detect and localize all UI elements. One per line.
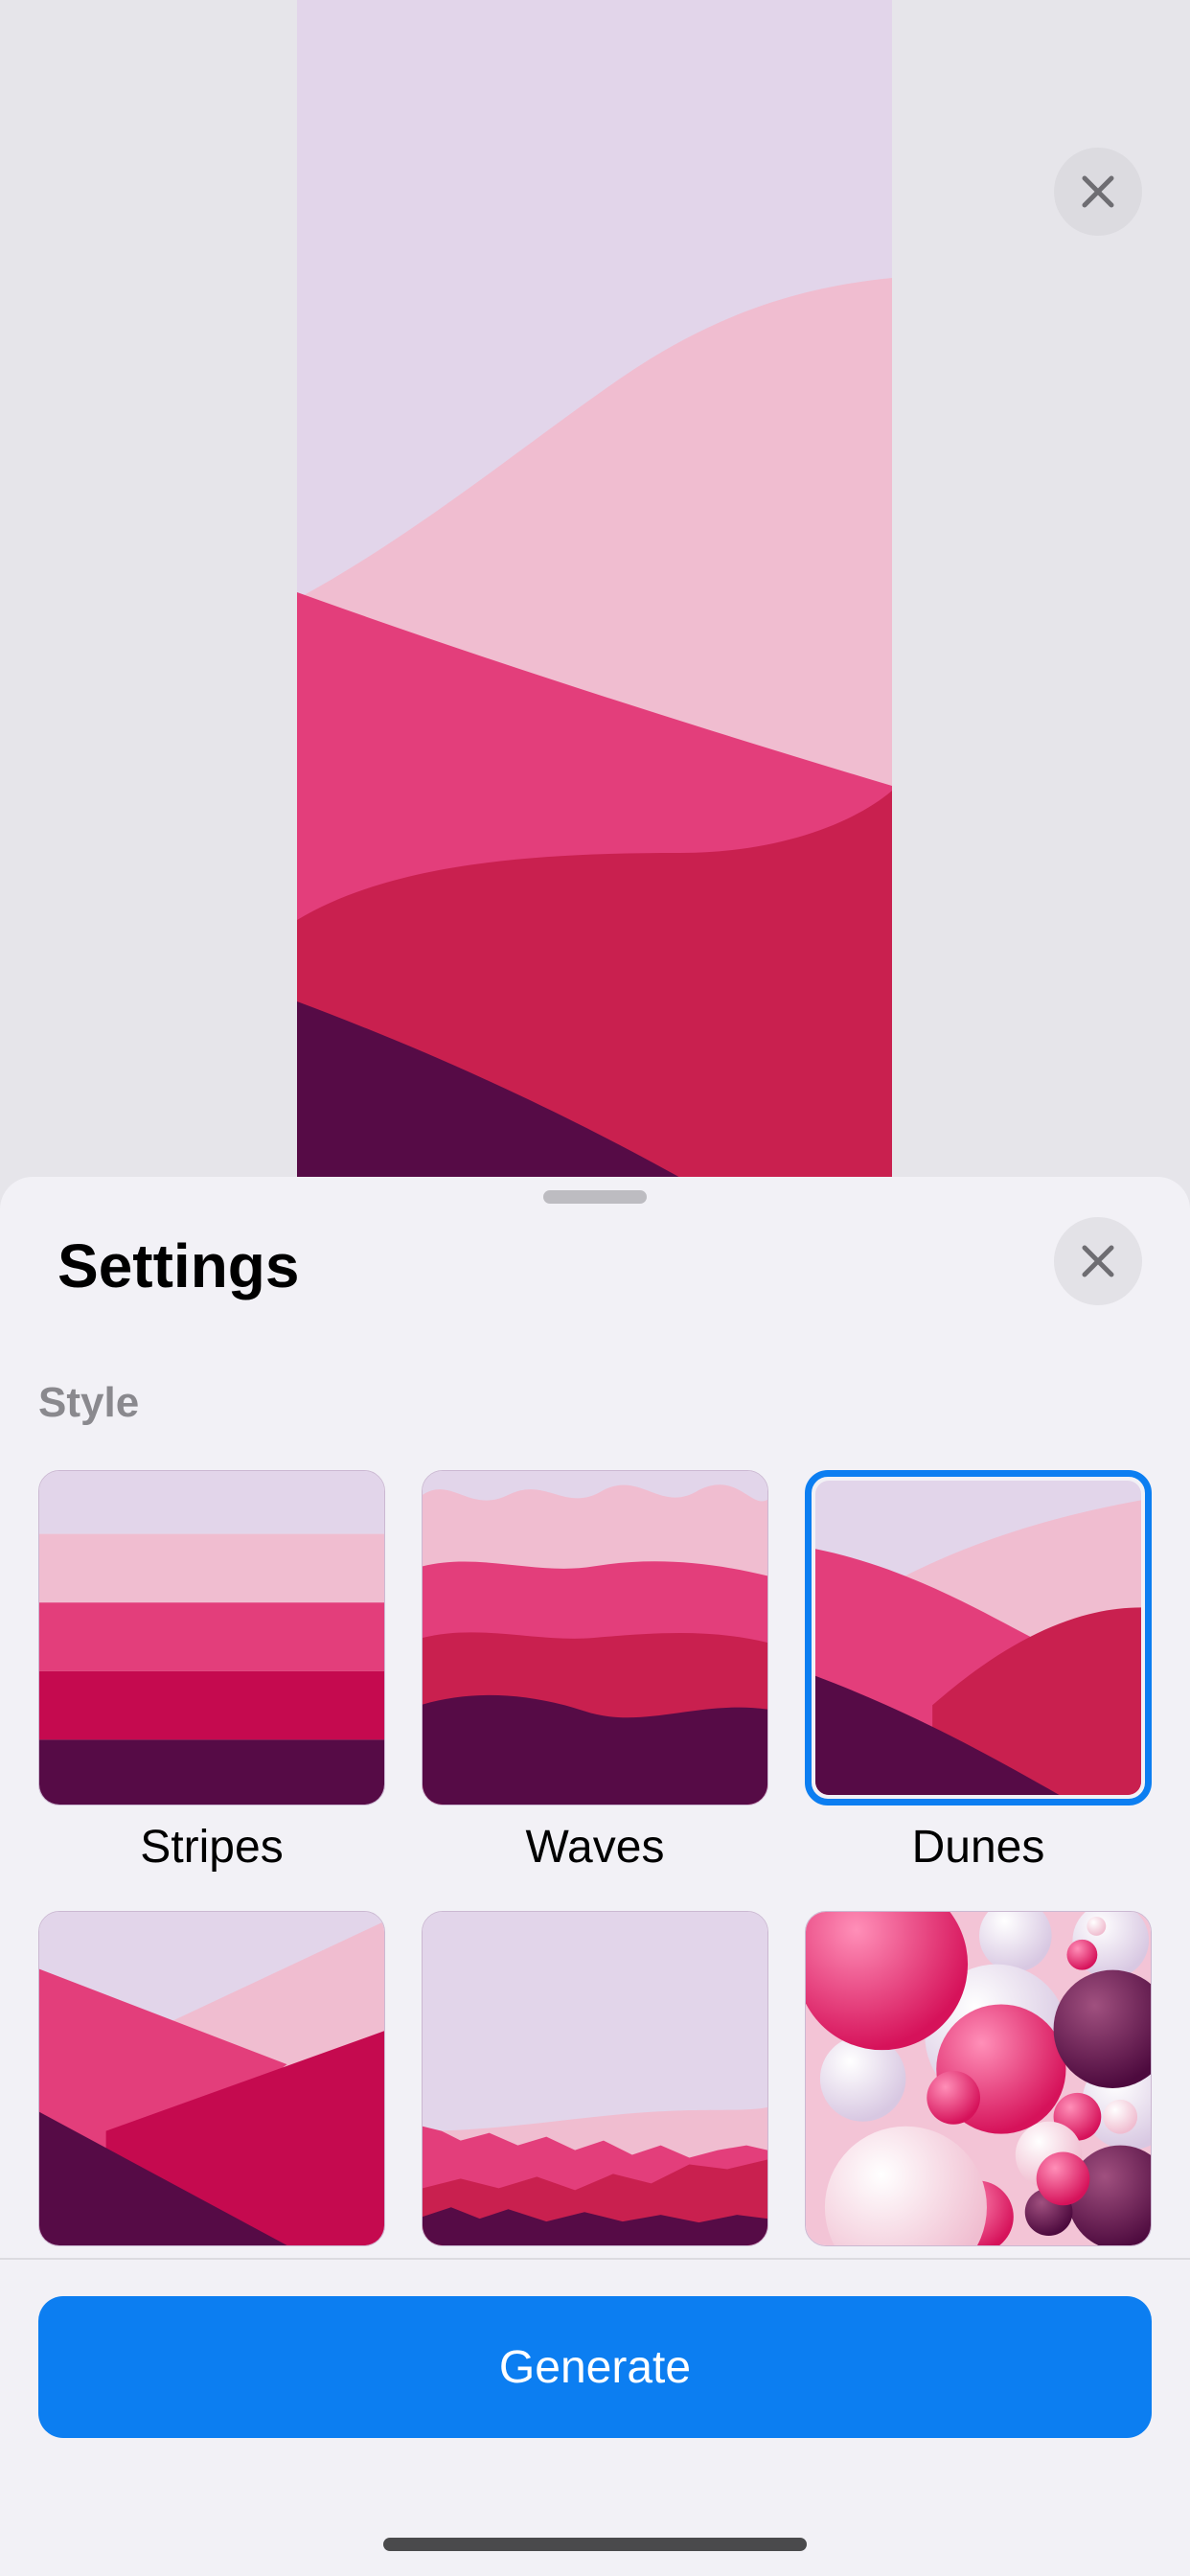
footer-divider [0,2258,1190,2260]
style-label-waves: Waves [525,1822,665,1873]
style-option-waves[interactable] [422,1470,768,1806]
wallpaper-preview [297,0,892,1188]
sheet-grabber[interactable] [543,1190,647,1204]
preview-close-button[interactable] [1054,148,1142,236]
dunes-thumbnail [815,1481,1141,1795]
close-icon [1082,175,1114,208]
hills-thumbnail [423,1912,767,2245]
angles-thumbnail [39,1912,384,2245]
generate-button[interactable]: Generate [38,2296,1152,2438]
sheet-title: Settings [57,1231,300,1300]
waves-thumbnail [423,1471,767,1805]
style-option-hills[interactable] [422,1911,768,2246]
close-icon [1082,1245,1114,1277]
style-option-dunes[interactable] [805,1470,1152,1806]
sheet-close-button[interactable] [1054,1217,1142,1305]
style-label-dunes: Dunes [911,1822,1045,1873]
style-option-stripes[interactable] [38,1470,385,1806]
style-section-label: Style [38,1379,140,1426]
bubbles-thumbnail [806,1912,1151,2245]
home-indicator [383,2538,807,2551]
settings-sheet: Settings Style Stripes Waves Dunes Gener… [0,1177,1190,2576]
style-option-angles[interactable] [38,1911,385,2246]
style-label-stripes: Stripes [140,1822,284,1873]
style-option-bubbles[interactable] [805,1911,1152,2246]
stripes-thumbnail [39,1471,384,1805]
